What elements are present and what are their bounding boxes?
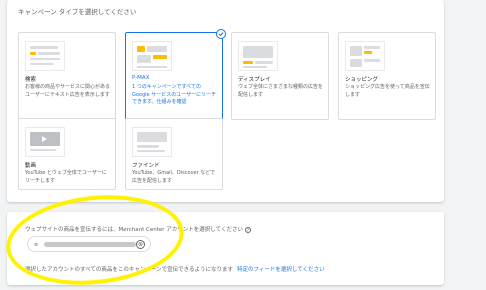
campaign-card-desc: ウェブ全体にさまざまな種類の広告を配信します (238, 84, 323, 98)
select-feed-link[interactable]: 特定のフィードを選択してください (237, 267, 325, 273)
discovery-illustration (132, 127, 172, 157)
campaign-card-video[interactable]: 動画 YouTube とウェブ全体でユーザーにリーチします (18, 118, 116, 190)
section-title: キャンペーン タイプを選択してください (18, 8, 137, 16)
merchant-account-chip[interactable]: ≡ ⊗ (27, 236, 151, 252)
campaign-card-desc: YouTube、Gmail、Discover などで広告を配信します (132, 170, 216, 184)
campaign-card-name: P-MAX (132, 75, 150, 81)
campaign-card-name: 動画 (25, 163, 37, 169)
shopping-illustration (345, 41, 385, 71)
campaign-card-desc: お客様の商品やサービスに関心があるユーザーにテキスト広告を表示します (25, 84, 111, 98)
merchant-footer-text: 選択したアカウントのすべての商品をこのキャンペーンで宣伝できるようになります (25, 267, 234, 273)
campaign-card-desc[interactable]: 1 つのキャンペーンですべての Google サービスのユーザーにリーチできます… (132, 84, 218, 107)
clear-icon[interactable]: ⊗ (136, 240, 145, 249)
campaign-card-name: ファインド (132, 163, 160, 169)
play-icon (42, 136, 47, 142)
campaign-card-shopping[interactable]: ショッピング ショッピング広告を使って商品を宣伝します (338, 32, 436, 120)
campaign-card-desc: ショッピング広告を使って商品を宣伝します (345, 84, 430, 98)
redacted-account-name (44, 242, 136, 247)
campaign-card-desc: YouTube とウェブ全体でユーザーにリーチします (25, 170, 107, 184)
merchant-center-panel: ウェブサイトの商品を宣伝するには、Merchant Center アカウントを選… (7, 212, 444, 285)
campaign-card-name: 検索 (25, 77, 37, 83)
selected-check-icon (216, 29, 226, 39)
campaign-card-discovery[interactable]: ファインド YouTube、Gmail、Discover などで広告を配信します (125, 118, 223, 190)
campaign-card-search[interactable]: 検索 お客様の商品やサービスに関心があるユーザーにテキスト広告を表示します (18, 32, 116, 120)
video-illustration (25, 127, 65, 157)
display-illustration (238, 41, 278, 71)
search-illustration (25, 41, 65, 71)
pmax-illustration (132, 41, 172, 71)
merchant-label: ウェブサイトの商品を宣伝するには、Merchant Center アカウントを選… (25, 225, 251, 233)
campaign-card-pmax[interactable]: P-MAX 1 つのキャンペーンですべての Google サービスのユーザーにリ… (125, 29, 226, 120)
campaign-card-name: ショッピング (345, 77, 379, 83)
merchant-footer: 選択したアカウントのすべての商品をこのキャンペーンで宣伝できるようになります 特定… (25, 265, 325, 273)
merchant-label-text: ウェブサイトの商品を宣伝するには、Merchant Center アカウントを選… (25, 227, 243, 233)
campaign-type-panel: キャンペーン タイプを選択してください 検索 お客様の商品やサービスに関心がある… (7, 0, 444, 202)
help-icon[interactable]: ? (244, 226, 251, 233)
campaign-card-name: ディスプレイ (238, 77, 271, 83)
campaign-card-display[interactable]: ディスプレイ ウェブ全体にさまざまな種類の広告を配信します (231, 32, 329, 120)
drag-handle-icon: ≡ (34, 242, 39, 248)
